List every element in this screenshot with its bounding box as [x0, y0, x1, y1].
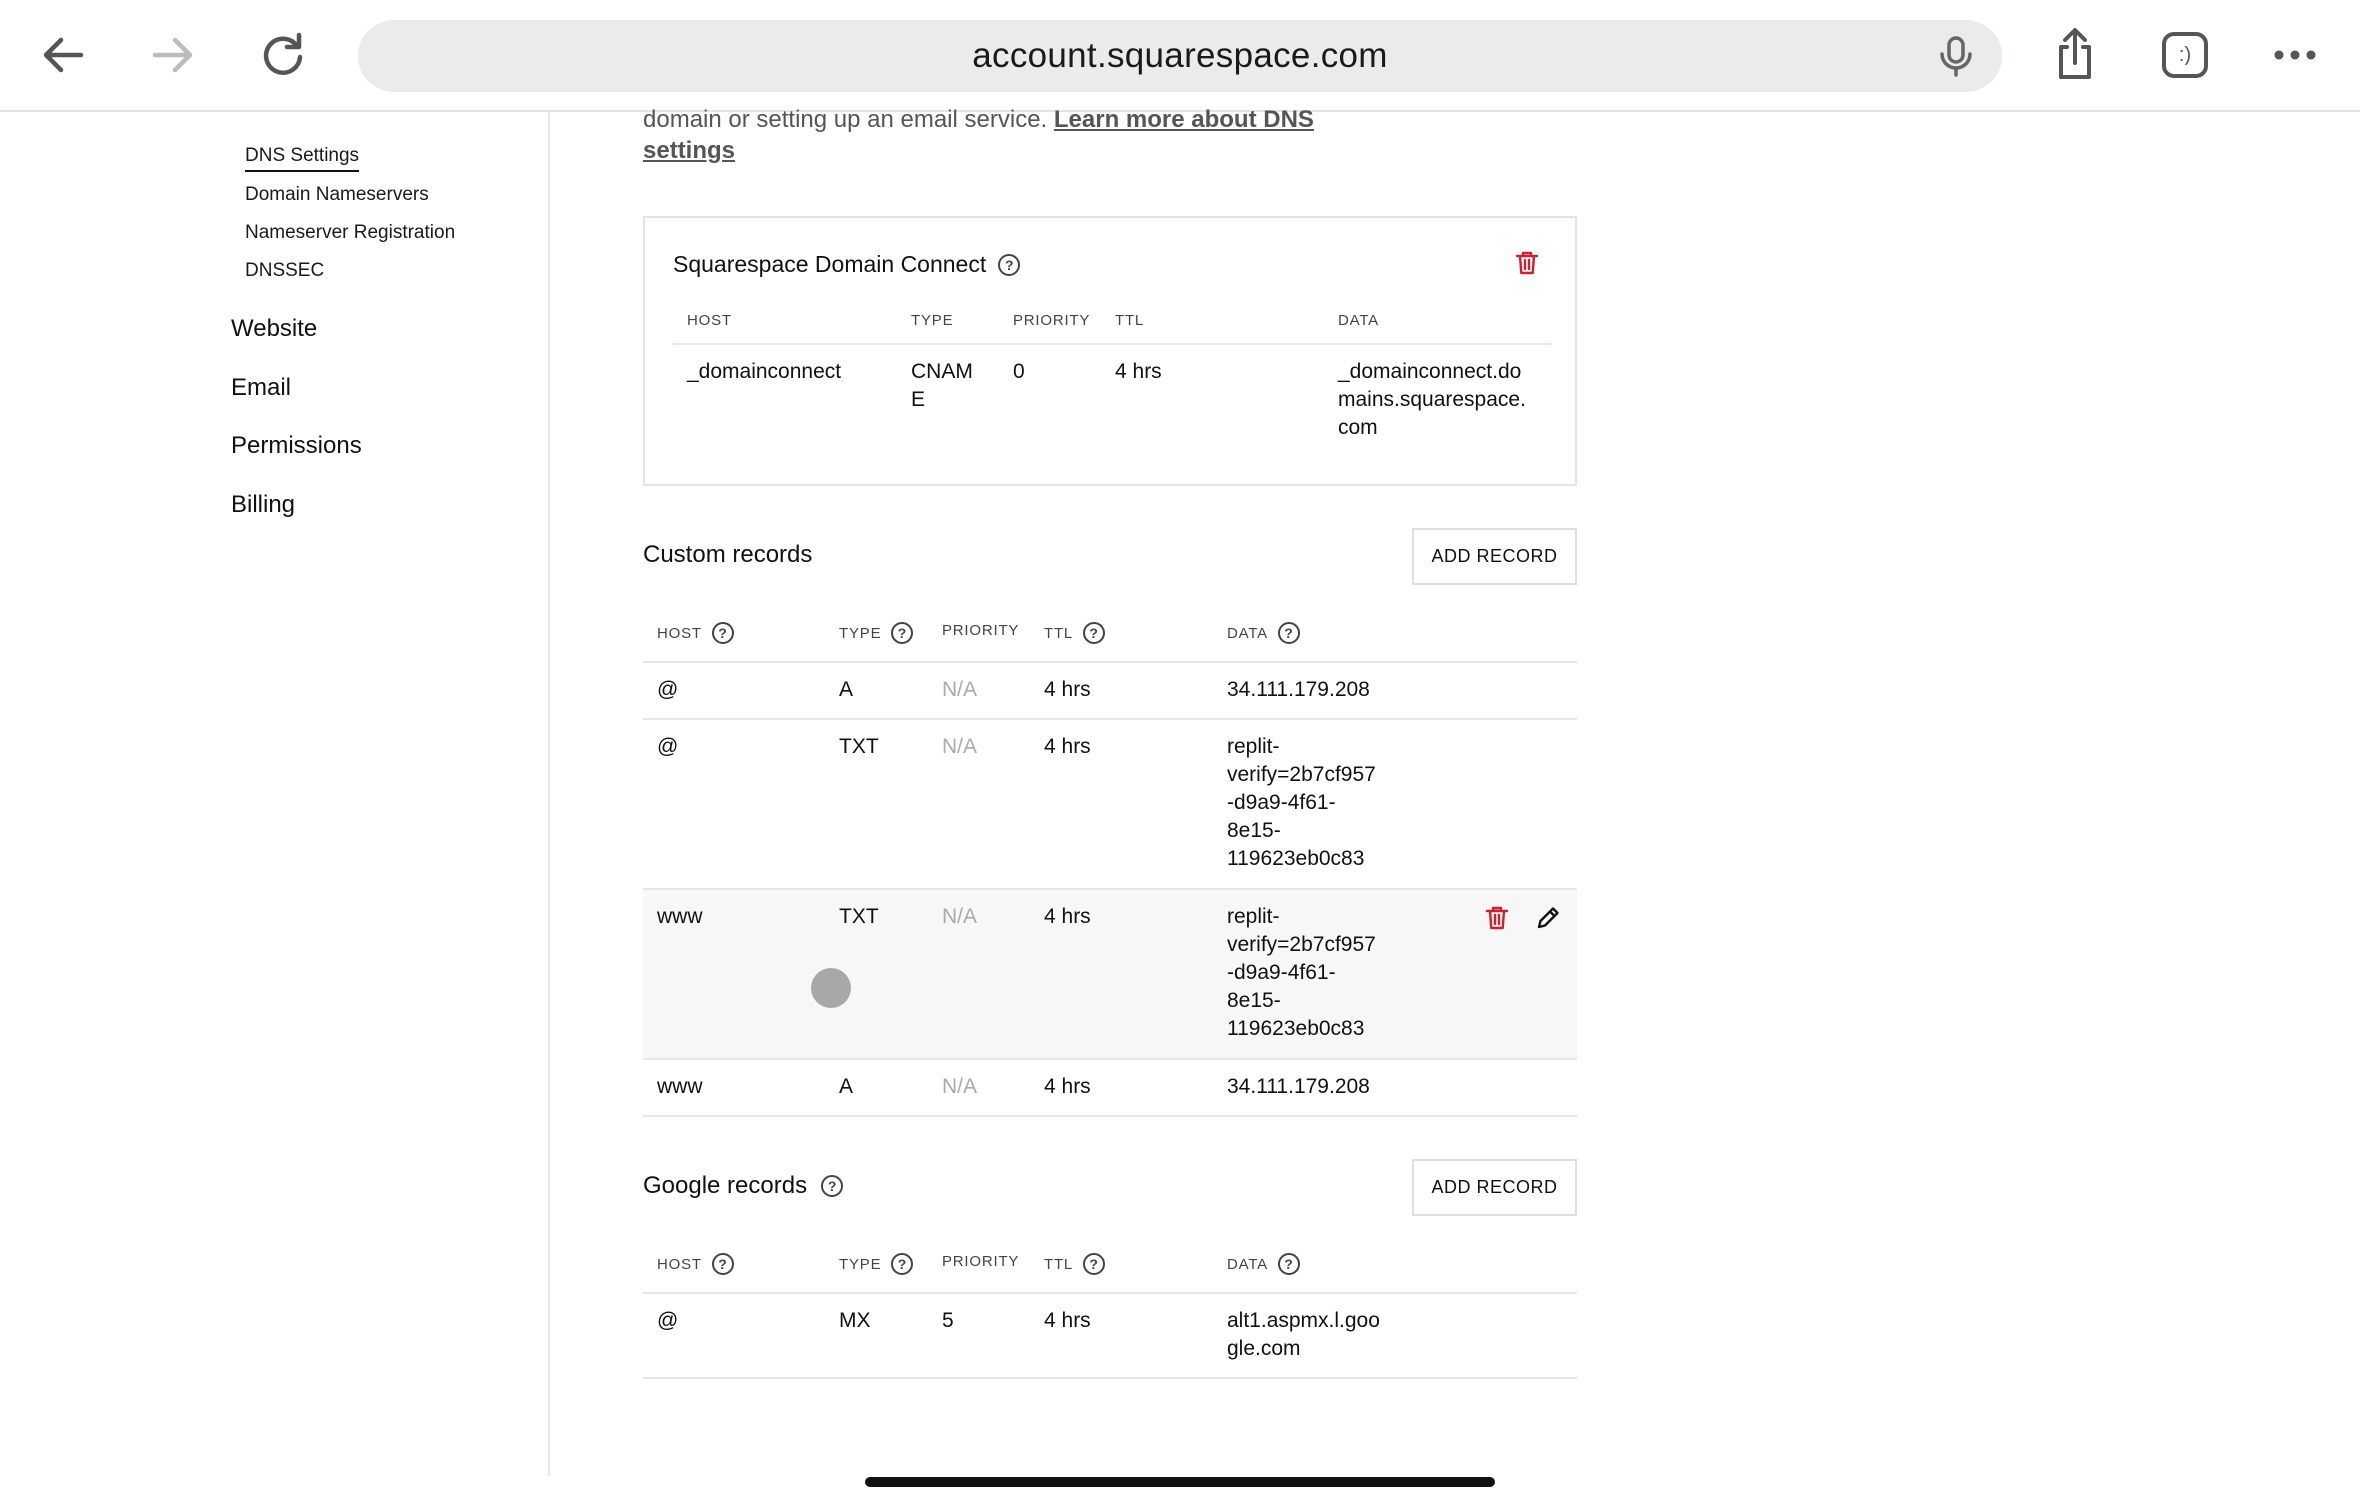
intro-text: domain or setting up an email service.: [643, 106, 1048, 133]
record-type: TXT: [839, 735, 879, 758]
divider: [643, 661, 1577, 663]
dc-type: CNAM E: [911, 360, 973, 411]
divider: [643, 1377, 1577, 1379]
col-ttl: TTL?: [1044, 1253, 1106, 1275]
divider: [673, 343, 1551, 345]
google-add-record-button[interactable]: ADD RECORD: [1412, 1159, 1577, 1216]
record-type: TXT: [839, 905, 879, 928]
google-records-title: Google records ?: [643, 1172, 844, 1200]
record-ttl: 4 hrs: [1044, 905, 1091, 928]
col-data: DATA?: [1227, 1253, 1300, 1275]
url-text: account.squarespace.com: [972, 36, 1388, 75]
col-data: DATA?: [1227, 622, 1300, 644]
trash-icon[interactable]: [1511, 247, 1543, 279]
col-type: TYPE?: [839, 622, 914, 644]
record-priority: N/A: [942, 735, 978, 758]
sidebar-item-nameserver-registration[interactable]: Nameserver Registration: [245, 222, 455, 244]
help-icon[interactable]: ?: [891, 622, 914, 644]
sidebar-item-billing[interactable]: Billing: [231, 491, 295, 519]
home-indicator[interactable]: [865, 1477, 1495, 1487]
sidebar-item-dns-settings[interactable]: DNS Settings: [245, 145, 360, 172]
record-host: www: [657, 905, 703, 928]
sidebar-item-email[interactable]: Email: [231, 374, 291, 402]
record-type: A: [839, 1075, 854, 1098]
domain-connect-title: Squarespace Domain Connect ?: [673, 251, 1021, 278]
record-data: alt1.aspmx.l.goo gle.com: [1227, 1309, 1380, 1360]
record-host: @: [657, 1309, 679, 1332]
record-host: @: [657, 678, 679, 701]
record-priority: N/A: [942, 905, 978, 928]
record-priority: N/A: [942, 678, 978, 701]
record-priority: N/A: [942, 1075, 978, 1098]
help-icon[interactable]: ?: [1277, 622, 1300, 644]
browser-toolbar: account.squarespace.com :): [0, 0, 2360, 112]
reload-icon[interactable]: [250, 22, 316, 88]
divider: [643, 718, 1577, 720]
record-ttl: 4 hrs: [1044, 678, 1091, 701]
more-icon[interactable]: [2262, 22, 2328, 88]
col-priority: PRIORITY: [1013, 312, 1091, 329]
back-arrow-icon[interactable]: [30, 22, 96, 88]
col-ttl: TTL: [1115, 312, 1145, 329]
record-type: A: [839, 678, 854, 701]
pencil-icon[interactable]: [1532, 902, 1564, 934]
record-data: 34.111.179.208: [1227, 678, 1370, 701]
record-data: replit-verify=2b7cf957 -d9a9-4f61- 8e15- 11…: [1227, 905, 1376, 1040]
help-icon[interactable]: ?: [891, 1253, 914, 1275]
help-icon[interactable]: ?: [1277, 1253, 1300, 1275]
col-priority: PRIORITY: [942, 1253, 1020, 1270]
sidebar-item-dnssec[interactable]: DNSSEC: [245, 260, 324, 282]
record-data: 34.111.179.208: [1227, 1075, 1370, 1098]
help-icon[interactable]: ?: [1083, 1253, 1106, 1275]
col-host: HOST: [687, 312, 732, 329]
record-priority: 5: [942, 1309, 954, 1332]
dc-data: _domainconnect.do mains.squarespace. com: [1338, 360, 1526, 439]
dc-priority: 0: [1013, 360, 1025, 383]
dc-ttl: 4 hrs: [1115, 360, 1162, 383]
col-type: TYPE?: [839, 1253, 914, 1275]
help-icon[interactable]: ?: [998, 253, 1021, 276]
domain-connect-card: Squarespace Domain Connect ? HOST TYPE P…: [643, 216, 1577, 486]
col-host: HOST?: [657, 622, 734, 644]
dc-host: _domainconnect: [687, 360, 842, 383]
forward-arrow-icon[interactable]: [140, 22, 206, 88]
col-data: DATA: [1338, 312, 1379, 329]
address-bar[interactable]: account.squarespace.com: [358, 20, 2002, 92]
tab-icon[interactable]: :): [2152, 22, 2218, 88]
sidebar-item-website[interactable]: Website: [231, 315, 317, 343]
divider: [643, 1115, 1577, 1117]
record-host: @: [657, 735, 679, 758]
record-data: replit-verify=2b7cf957 -d9a9-4f61- 8e15- 11…: [1227, 735, 1376, 870]
sidebar-item-domain-nameservers[interactable]: Domain Nameservers: [245, 184, 429, 206]
record-ttl: 4 hrs: [1044, 1309, 1091, 1332]
dns-intro-text: domain or setting up an email service. L…: [643, 104, 1363, 166]
trash-icon[interactable]: [1481, 902, 1513, 934]
record-ttl: 4 hrs: [1044, 735, 1091, 758]
col-priority: PRIORITY: [942, 622, 1020, 639]
divider: [643, 1058, 1577, 1060]
custom-add-record-button[interactable]: ADD RECORD: [1412, 528, 1577, 585]
record-ttl: 4 hrs: [1044, 1075, 1091, 1098]
col-host: HOST?: [657, 1253, 734, 1275]
table-row-hovered[interactable]: [643, 890, 1577, 1060]
sidebar-item-permissions[interactable]: Permissions: [231, 432, 362, 460]
record-host: www: [657, 1075, 703, 1098]
custom-records-title: Custom records: [643, 541, 813, 568]
record-type: MX: [839, 1309, 871, 1332]
help-icon[interactable]: ?: [711, 622, 734, 644]
microphone-icon[interactable]: [1932, 32, 1980, 80]
col-type: TYPE: [911, 312, 954, 329]
help-icon[interactable]: ?: [1083, 622, 1106, 644]
tab-icon-label: :): [2178, 43, 2192, 66]
col-ttl: TTL?: [1044, 622, 1106, 644]
sidebar: DNS Settings Domain Nameservers Nameserv…: [0, 112, 550, 1476]
touch-indicator: [811, 968, 851, 1008]
share-icon[interactable]: [2042, 22, 2108, 88]
help-icon[interactable]: ?: [821, 1175, 844, 1197]
help-icon[interactable]: ?: [711, 1253, 734, 1275]
divider: [643, 1292, 1577, 1294]
